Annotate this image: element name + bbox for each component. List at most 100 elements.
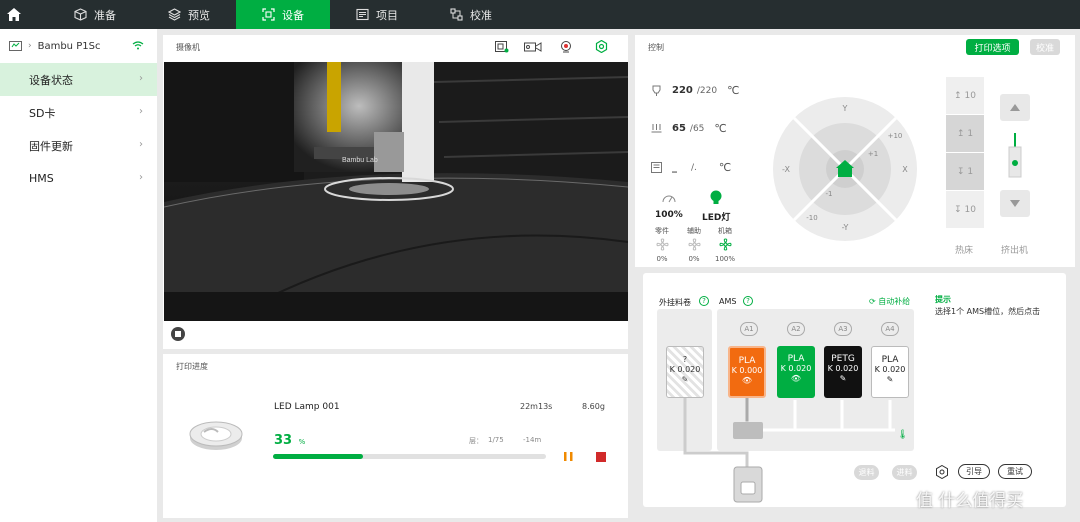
- tab-calibrate[interactable]: 校准: [424, 0, 518, 29]
- nozzle-temp[interactable]: 220 /220 ℃: [651, 84, 739, 97]
- auto-refill-toggle[interactable]: ⟳ 自动补给: [869, 296, 910, 307]
- sidebar-item-status[interactable]: 设备状态 ›: [0, 63, 157, 96]
- aux-fan[interactable]: 辅助 0%: [682, 226, 706, 263]
- device-selector[interactable]: › Bambu P1Sc: [0, 29, 157, 63]
- part-fan[interactable]: 零件 0%: [650, 226, 674, 263]
- sidebar-item-sdcard[interactable]: SD卡 ›: [0, 96, 157, 129]
- project-icon: [356, 8, 369, 21]
- retry-button[interactable]: 重试: [998, 464, 1032, 479]
- sidebar-item-firmware[interactable]: 固件更新 ›: [0, 129, 157, 162]
- fan-icon: [655, 238, 669, 251]
- webcam-icon[interactable]: [560, 41, 572, 53]
- unload-button[interactable]: 退料: [854, 465, 879, 480]
- ams-slot-a2[interactable]: PLA K 0.020 👁: [777, 346, 815, 398]
- settings-icon[interactable]: [935, 465, 949, 479]
- chamber-icon: [651, 162, 662, 173]
- speed-value: 100%: [655, 210, 683, 220]
- ams-slot-a3[interactable]: PETG K 0.020 ✎: [824, 346, 862, 398]
- chamber-fan[interactable]: 机箱 100%: [713, 226, 737, 263]
- bed-current: 65: [672, 123, 686, 134]
- tab-label: 预览: [188, 8, 210, 22]
- slot-id: A3: [834, 322, 852, 336]
- arrow-down-icon: [1010, 200, 1020, 207]
- fan-label: 零件: [655, 227, 669, 235]
- chamber-target: /.: [691, 162, 697, 173]
- fan-icon: [687, 238, 701, 251]
- stop-print-button[interactable]: [596, 452, 606, 462]
- fan-icon: [718, 238, 732, 251]
- nozzle-icon: [652, 85, 661, 96]
- jog-x-plus[interactable]: X: [902, 165, 908, 174]
- ams-slot-a4[interactable]: PLA K 0.020 ✎: [871, 346, 909, 398]
- led-bulb-icon[interactable]: [709, 190, 723, 206]
- video-camera-icon[interactable]: [524, 41, 542, 53]
- tab-prepare[interactable]: 准备: [48, 0, 142, 29]
- slot-k: K 0.020: [669, 365, 701, 374]
- jog-y-plus[interactable]: Y: [842, 104, 848, 113]
- nozzle-target: /220: [696, 85, 718, 96]
- progress-percent-unit: %: [298, 438, 306, 446]
- calibrate-icon: [450, 8, 463, 21]
- stop-stream-button[interactable]: [171, 327, 185, 341]
- bed-down-1-button[interactable]: ↧ 1: [946, 153, 984, 191]
- sd-record-icon[interactable]: [495, 41, 509, 53]
- bed-up-10-button[interactable]: ↥ 10: [946, 77, 984, 115]
- fan-value: 100%: [714, 255, 735, 263]
- jog-minus1[interactable]: -1: [826, 190, 833, 198]
- help-icon[interactable]: ?: [699, 296, 709, 306]
- tip-title: 提示: [935, 295, 951, 304]
- jog-plus10[interactable]: +10: [888, 132, 903, 140]
- jog-y-minus[interactable]: -Y: [842, 223, 849, 232]
- pause-button[interactable]: [563, 451, 574, 462]
- tab-preview[interactable]: 预览: [142, 0, 236, 29]
- fan-value: 0%: [656, 255, 668, 263]
- bed-heat-icon: [651, 124, 662, 133]
- load-button[interactable]: 进料: [892, 465, 917, 480]
- calibrate-button[interactable]: 校准: [1030, 39, 1060, 55]
- bed-temp[interactable]: 65 /65 ℃: [651, 122, 727, 135]
- tab-project[interactable]: 项目: [330, 0, 424, 29]
- bed-up-1-button[interactable]: ↥ 1: [946, 115, 984, 153]
- slot-k: K 0.020: [827, 364, 859, 373]
- camera-overlay-text: Bambu Lab: [342, 157, 378, 164]
- sidebar-item-hms[interactable]: HMS ›: [0, 162, 157, 195]
- jog-wheel[interactable]: Y -Y X -X +10 +1 -1 -10: [772, 96, 918, 242]
- jog-plus1[interactable]: +1: [868, 150, 878, 158]
- home-button[interactable]: [0, 0, 28, 29]
- file-name: LED Lamp 001: [274, 402, 340, 412]
- progress-bar: [273, 454, 546, 459]
- bed-down-10-button[interactable]: ↧ 10: [946, 191, 984, 229]
- edit-icon: ✎: [839, 374, 847, 383]
- chamber-temp: _ /. ℃: [651, 161, 731, 174]
- nozzle-current: 220: [672, 85, 693, 96]
- camera-feed: Bambu Lab: [164, 62, 628, 321]
- jog-minus10[interactable]: -10: [806, 214, 817, 222]
- print-time: 22m13s: [520, 402, 553, 411]
- fan-label: 机箱: [718, 227, 732, 235]
- slot-k: K 0.000: [731, 366, 763, 375]
- extrude-up-button[interactable]: [1000, 94, 1030, 121]
- edit-icon: ✎: [681, 375, 689, 384]
- device-name: Bambu P1Sc: [37, 40, 101, 52]
- progress-percent: 33 %: [274, 433, 305, 448]
- ams-slot-a1[interactable]: PLA K 0.000 👁: [728, 346, 766, 398]
- external-spool-slot[interactable]: ? K 0.020 ✎: [666, 346, 704, 398]
- chevron-right-icon: ›: [139, 73, 143, 84]
- speed-gauge-icon[interactable]: [662, 193, 676, 203]
- guide-button[interactable]: 引导: [958, 464, 990, 479]
- printer-icon: [9, 40, 22, 51]
- help-icon[interactable]: ?: [743, 296, 753, 306]
- bed-step-label: 1: [967, 128, 974, 139]
- settings-icon[interactable]: [595, 40, 608, 53]
- print-options-button[interactable]: 打印选项: [966, 39, 1019, 55]
- stop-icon: [175, 331, 181, 337]
- extruder-label: 挤出机: [1001, 246, 1029, 256]
- extrude-down-button[interactable]: [1000, 190, 1030, 217]
- tab-device[interactable]: 设备: [236, 0, 330, 29]
- slot-id: A4: [881, 322, 899, 336]
- jog-x-minus[interactable]: -X: [782, 165, 790, 174]
- chevron-right-icon: ›: [139, 106, 143, 117]
- layer-count: 1/75: [488, 436, 504, 444]
- cube-icon: [74, 8, 87, 21]
- filament-path: [683, 398, 895, 503]
